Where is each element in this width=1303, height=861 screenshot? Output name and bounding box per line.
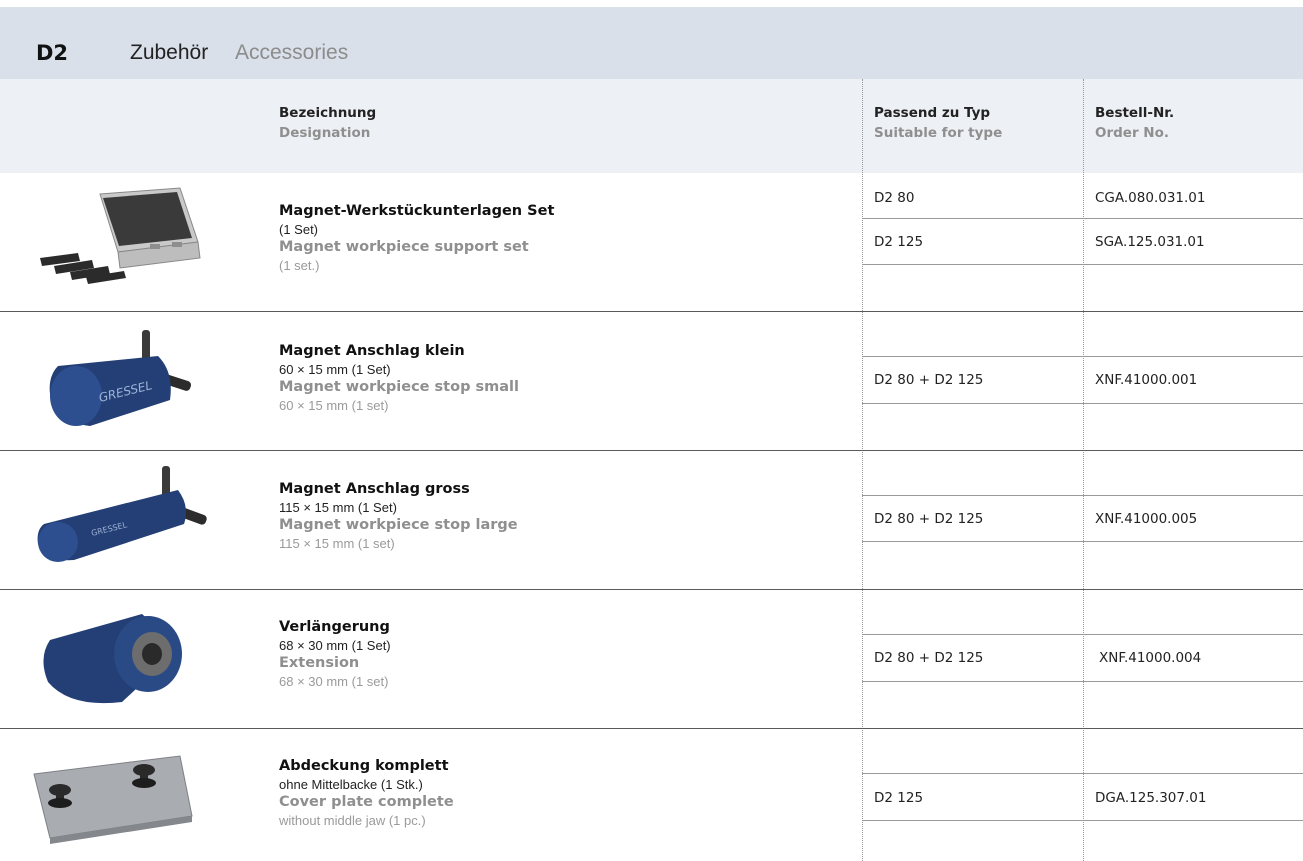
item-name-en: Extension bbox=[279, 655, 360, 671]
row-divider bbox=[0, 311, 1303, 312]
extension-image bbox=[30, 598, 210, 708]
suitable-type-cell: D2 80 bbox=[874, 190, 915, 206]
item-detail-de: 68 × 30 mm (1 Set) bbox=[279, 638, 391, 653]
magnet-stop-small-image: GRESSEL bbox=[30, 322, 210, 432]
item-name-de: Magnet Anschlag klein bbox=[279, 343, 465, 359]
column-divider-order bbox=[1083, 79, 1084, 861]
suitable-type-cell: D2 80 + D2 125 bbox=[874, 650, 984, 666]
item-detail-de: ohne Mittelbacke (1 Stk.) bbox=[279, 777, 423, 792]
item-detail-de: 60 × 15 mm (1 Set) bbox=[279, 362, 391, 377]
workpiece-support-set-image bbox=[30, 182, 210, 292]
item-description-3: Magnet Anschlag gross 115 × 15 mm (1 Set… bbox=[279, 480, 518, 552]
row-divider bbox=[0, 589, 1303, 590]
row-divider bbox=[0, 450, 1303, 451]
item-name-en: Magnet workpiece stop small bbox=[279, 379, 519, 395]
order-number-cell: XNF.41000.001 bbox=[1095, 372, 1198, 388]
section-code: D2 bbox=[36, 41, 69, 65]
section-title-bar: D2 Zubehör Accessories bbox=[0, 7, 1303, 79]
cell-divider bbox=[862, 356, 1303, 357]
item-detail-en: (1 set.) bbox=[279, 258, 320, 273]
order-number-cell: CGA.080.031.01 bbox=[1095, 190, 1206, 206]
row-divider bbox=[0, 728, 1303, 729]
cell-divider bbox=[862, 218, 1303, 219]
column-header-designation-en: Designation bbox=[279, 125, 371, 141]
column-header-order-en: Order No. bbox=[1095, 125, 1170, 141]
item-name-en: Magnet workpiece stop large bbox=[279, 517, 518, 533]
item-detail-en: 115 × 15 mm (1 set) bbox=[279, 536, 395, 551]
cell-divider bbox=[862, 773, 1303, 774]
cover-plate-image bbox=[30, 740, 210, 850]
cell-divider bbox=[862, 634, 1303, 635]
item-name-de: Magnet-Werkstückunterlagen Set bbox=[279, 203, 555, 219]
item-detail-de: (1 Set) bbox=[279, 222, 319, 237]
suitable-type-cell: D2 125 bbox=[874, 790, 924, 806]
column-header-type-de: Passend zu Typ bbox=[874, 105, 991, 121]
column-header-order: Bestell-Nr. Order No. bbox=[1095, 103, 1174, 143]
item-detail-en: 60 × 15 mm (1 set) bbox=[279, 398, 389, 413]
magnet-stop-large-image: GRESSEL bbox=[30, 460, 210, 570]
item-detail-en: without middle jaw (1 pc.) bbox=[279, 813, 426, 828]
item-description-2: Magnet Anschlag klein 60 × 15 mm (1 Set)… bbox=[279, 342, 519, 414]
item-name-de: Verlängerung bbox=[279, 619, 390, 635]
section-title-english: Accessories bbox=[235, 41, 349, 64]
cell-divider bbox=[862, 403, 1303, 404]
cell-divider bbox=[862, 541, 1303, 542]
cell-divider bbox=[862, 681, 1303, 682]
column-header-type-en: Suitable for type bbox=[874, 125, 1003, 141]
column-header-order-de: Bestell-Nr. bbox=[1095, 105, 1175, 121]
column-header-type: Passend zu Typ Suitable for type bbox=[874, 103, 1002, 143]
column-header-designation: Bezeichnung Designation bbox=[279, 103, 376, 143]
order-number-cell: XNF.41000.005 bbox=[1095, 511, 1198, 527]
item-detail-de: 115 × 15 mm (1 Set) bbox=[279, 500, 397, 515]
order-number-cell: DGA.125.307.01 bbox=[1095, 790, 1207, 806]
cell-divider bbox=[862, 820, 1303, 821]
cell-divider bbox=[862, 495, 1303, 496]
column-header-designation-de: Bezeichnung bbox=[279, 105, 377, 121]
cell-divider bbox=[862, 264, 1303, 265]
order-number-cell: XNF.41000.004 bbox=[1099, 650, 1202, 666]
order-number-cell: SGA.125.031.01 bbox=[1095, 234, 1205, 250]
suitable-type-cell: D2 125 bbox=[874, 234, 924, 250]
item-name-en: Magnet workpiece support set bbox=[279, 239, 529, 255]
item-description-5: Abdeckung komplett ohne Mittelbacke (1 S… bbox=[279, 757, 454, 829]
column-header-band: Bezeichnung Designation Passend zu Typ S… bbox=[0, 79, 1303, 173]
item-description-4: Verlängerung 68 × 30 mm (1 Set) Extensio… bbox=[279, 618, 391, 690]
suitable-type-cell: D2 80 + D2 125 bbox=[874, 372, 984, 388]
item-name-en: Cover plate complete bbox=[279, 794, 454, 810]
suitable-type-cell: D2 80 + D2 125 bbox=[874, 511, 984, 527]
item-detail-en: 68 × 30 mm (1 set) bbox=[279, 674, 389, 689]
item-name-de: Abdeckung komplett bbox=[279, 758, 449, 774]
column-divider-type bbox=[862, 79, 863, 861]
section-title-german: Zubehör bbox=[130, 41, 209, 64]
item-description-1: Magnet-Werkstückunterlagen Set (1 Set) M… bbox=[279, 202, 554, 274]
item-name-de: Magnet Anschlag gross bbox=[279, 481, 470, 497]
